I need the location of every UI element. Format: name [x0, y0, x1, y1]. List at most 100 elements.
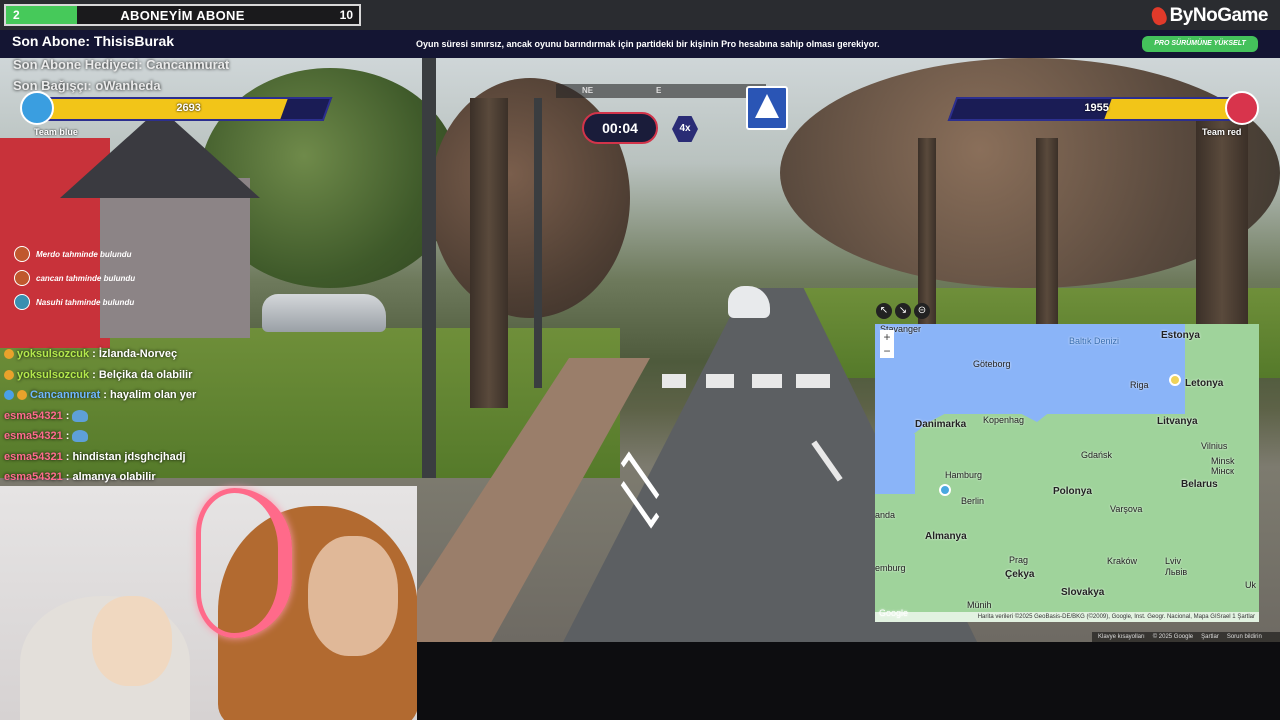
chat-text: : Belçika da olabilir — [92, 368, 193, 381]
map-expand-icon[interactable]: ↖ — [876, 303, 892, 319]
chat-username: esma54321 — [4, 409, 63, 422]
crosswalk-stripe — [662, 374, 686, 388]
report-problem-link[interactable]: Sorun bildirin — [1227, 634, 1262, 640]
badge-icon — [4, 390, 14, 401]
guess-text: cancan tahminde bulundu — [36, 273, 136, 283]
guess-text: Nasuhi tahminde bulundu — [36, 297, 135, 307]
subscriber-goal-label: ABONEYİM ABONE — [120, 8, 245, 23]
map-pin-toggle-icon[interactable]: ⊝ — [914, 303, 930, 319]
round-timer: 00:04 — [582, 112, 658, 144]
crosswalk-stripe — [752, 374, 782, 388]
team-red-score-fill — [1104, 99, 1238, 119]
crosswalk-stripe — [706, 374, 734, 388]
chat-username: Cancanmurat — [30, 389, 101, 402]
avatar — [14, 246, 30, 262]
face — [92, 596, 172, 686]
country-label: Almanya — [925, 531, 967, 542]
map-edge-label: anda — [875, 510, 896, 520]
top-bar: 2 ABONEYİM ABONE 10 ByNoGame — [0, 0, 1280, 30]
chat-text: : hayalim olan yer — [103, 389, 197, 402]
badge-icon — [4, 369, 14, 380]
city-label: Львів — [1165, 567, 1188, 577]
chat-message: esma54321 : — [4, 426, 304, 447]
city-label: Münih — [967, 600, 992, 610]
team-blue-pin-icon — [20, 91, 54, 125]
move-arrows[interactable] — [614, 451, 666, 529]
chat-message: esma54321 : almanya olabilir — [4, 467, 304, 488]
subscriber-goal-bar: 2 ABONEYİM ABONE 10 — [4, 4, 361, 26]
pro-notice-text: Oyun süresi sınırsız, ancak oyunu barınd… — [416, 39, 880, 49]
emote-icon — [72, 409, 89, 422]
country-label: Belarus — [1181, 479, 1218, 490]
team-blue-score-fill — [42, 99, 288, 119]
compass-label: E — [656, 86, 662, 95]
team-red-label: Team red — [1202, 127, 1242, 137]
chat-text: : — [65, 409, 70, 422]
map-zoom-control[interactable]: + − — [880, 330, 894, 358]
avatar — [14, 270, 30, 286]
guess-marker-icon[interactable] — [939, 484, 951, 496]
team-red-score: 1955 — [1084, 102, 1109, 114]
chat-text: : — [65, 430, 70, 443]
team-red-pin-icon — [1225, 91, 1259, 125]
city-label: Berlin — [961, 496, 985, 506]
chat-username: esma54321 — [4, 471, 63, 484]
chat-username: yoksulsozcuk — [17, 368, 90, 381]
face — [308, 536, 398, 656]
city-label: Мінск — [1211, 466, 1234, 476]
country-label: Litvanya — [1157, 416, 1198, 427]
city-label: Hamburg — [945, 470, 983, 480]
map-attribution: Harita verileri ©2025 GeoBasis-DE/BKG (©… — [875, 612, 1259, 622]
stream-overlay: 2 ABONEYİM ABONE 10 ByNoGame Son Abone: … — [0, 0, 1280, 720]
map-edge-label: emburg — [875, 563, 906, 573]
keyboard-shortcuts-link[interactable]: Klavye kısayolları — [1098, 634, 1145, 640]
chat-text: : hindistan jdsghcjhadj — [65, 450, 186, 463]
badge-icon — [4, 349, 14, 360]
country-label: Letonya — [1185, 378, 1224, 389]
terms-link[interactable]: Şartlar — [1201, 634, 1219, 640]
badge-icon — [17, 390, 27, 401]
sea — [945, 324, 1185, 414]
map-controls: ↖ ↘ ⊝ — [876, 303, 934, 321]
guess-notification: Merdo tahminde bulundu — [14, 244, 132, 264]
map-shrink-icon[interactable]: ↘ — [895, 303, 911, 319]
city-label: Riga — [1130, 380, 1149, 390]
chat-text: : İzlanda-Norveç — [92, 348, 178, 361]
parked-car — [262, 294, 386, 332]
bynogame-logo-icon — [1148, 5, 1169, 27]
team-blue-label: Team blue — [34, 127, 78, 137]
chat-message: yoksulsozcuk : Belçika da olabilir — [4, 365, 304, 386]
zoom-in-icon[interactable]: + — [880, 330, 894, 344]
guess-notification: Nasuhi tahminde bulundu — [14, 292, 134, 312]
country-label: Slovakya — [1061, 587, 1105, 598]
zoom-out-icon[interactable]: − — [880, 344, 894, 358]
last-subscriber: Son Abone: ThisisBurak — [12, 33, 175, 49]
country-label: Polonya — [1053, 486, 1092, 497]
city-label: Lviv — [1165, 556, 1182, 566]
city-label: Kraków — [1107, 556, 1138, 566]
city-label: Prag — [1009, 555, 1029, 565]
guess-text: Merdo tahminde bulundu — [36, 249, 132, 259]
upgrade-pro-button[interactable]: PRO SÜRÜMÜNE YÜKSELT — [1142, 36, 1258, 52]
chat-text: : almanya olabilir — [65, 471, 156, 484]
compass-label: NE — [582, 86, 594, 95]
compass-strip: NE E — [556, 84, 766, 98]
notice-bar: Son Abone: ThisisBurak Oyun süresi sınır… — [0, 30, 1280, 58]
player-avatar-marker-icon[interactable] — [1169, 374, 1181, 386]
streetview-footer: Klavye kısayolları © 2025 Google Şartlar… — [1092, 632, 1280, 642]
guess-map[interactable]: Baltık Denizi Stavanger Göteborg Estonya… — [875, 324, 1259, 622]
chat-username: yoksulsozcuk — [17, 348, 90, 361]
avatar — [14, 294, 30, 310]
chat-username: esma54321 — [4, 430, 63, 443]
chat-message: esma54321 : hindistan jdsghcjhadj — [4, 447, 304, 468]
brand-name: ByNoGame — [1169, 5, 1269, 26]
country-label: Çekya — [1005, 569, 1035, 580]
chat-username: esma54321 — [4, 450, 63, 463]
map-edge-label: Uk — [1245, 580, 1256, 590]
chat-message: esma54321 : — [4, 406, 304, 427]
city-label: Göteborg — [973, 359, 1011, 369]
sea — [875, 434, 915, 494]
city-label: Minsk — [1211, 456, 1235, 466]
emote-icon — [72, 430, 89, 443]
brand-logo: ByNoGame — [1148, 5, 1269, 27]
